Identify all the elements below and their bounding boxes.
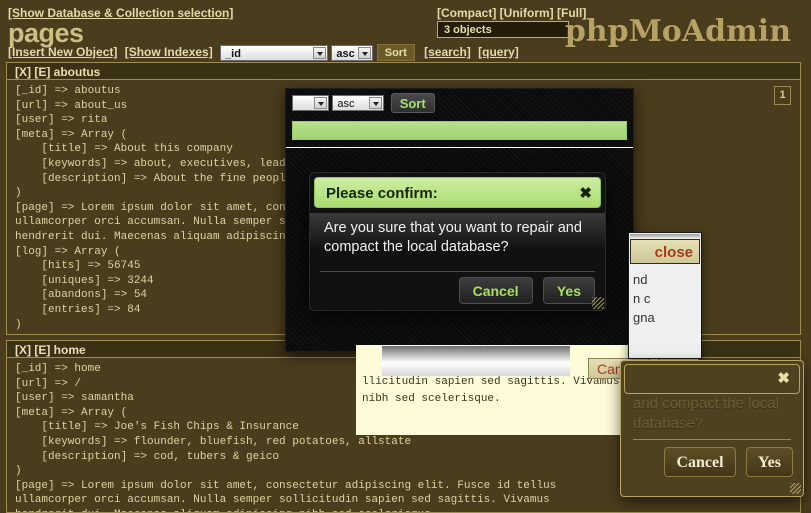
yes-button[interactable]: Yes — [543, 277, 595, 304]
green-highlight-bar — [292, 121, 627, 140]
divider — [320, 271, 595, 272]
nested-dialog-close-button[interactable]: close — [630, 239, 700, 264]
confirm-dialog-message: Are you sure that you want to repair and… — [310, 213, 605, 271]
brown-dialog-message: and compact the local database? — [621, 394, 803, 434]
chevron-down-icon — [369, 97, 382, 109]
nested-dialog: close nd n c gna — [628, 232, 702, 359]
toolbar-actions: [Insert New Object] [Show Indexes] _id a… — [8, 44, 523, 64]
query-link[interactable]: [query] — [478, 45, 519, 59]
confirm-dialog-titlebar: Please confirm: ✖ — [314, 177, 601, 208]
divider — [633, 439, 791, 440]
record-counter-badge: 1 — [774, 86, 791, 105]
brown-dialog-buttons: Cancel Yes — [657, 447, 793, 477]
dark-sort-button[interactable]: Sort — [391, 93, 435, 113]
nested-dialog-titlebar — [630, 234, 700, 238]
show-indexes-link[interactable]: [Show Indexes] — [125, 45, 213, 59]
chevron-down-icon — [313, 47, 326, 59]
chevron-down-icon — [314, 97, 327, 109]
cancel-button[interactable]: Cancel — [664, 447, 735, 477]
yes-button[interactable]: Yes — [746, 447, 793, 477]
sort-field-select[interactable]: _id — [220, 45, 328, 61]
sort-button[interactable]: Sort — [377, 44, 415, 61]
resize-handle-icon[interactable] — [592, 297, 604, 309]
dark-sort-direction-select[interactable]: asc — [332, 95, 384, 111]
close-icon[interactable]: ✖ — [777, 369, 790, 387]
dark-sort-direction-value: asc — [337, 98, 354, 110]
close-icon[interactable]: ✖ — [579, 178, 592, 209]
resize-handle-icon[interactable] — [790, 483, 801, 494]
confirm-dialog-title: Please confirm: — [326, 185, 438, 202]
sort-direction-select[interactable]: asc — [331, 45, 373, 61]
dark-panel-toolbar: asc Sort — [292, 93, 435, 111]
nested-dialog-body: nd n c gna — [630, 266, 700, 326]
phpmoadmin-logo: phpMoAdmin — [565, 14, 791, 49]
dark-sort-field-select[interactable] — [292, 95, 329, 111]
record-header[interactable]: [X] [E] aboutus — [6, 62, 801, 80]
sort-direction-value: asc — [336, 48, 354, 60]
search-link[interactable]: [search] — [424, 45, 471, 59]
brown-confirm-dialog: ✖ and compact the local database? Cancel… — [620, 360, 804, 497]
chevron-down-icon — [358, 47, 371, 59]
cancel-button[interactable]: Cancel — [459, 277, 533, 304]
confirm-dialog: Please confirm: ✖ Are you sure that you … — [309, 172, 606, 311]
brown-dialog-titlebar: ✖ — [624, 364, 800, 394]
object-count: 3 objects — [437, 21, 569, 38]
confirm-dialog-buttons: Cancel Yes — [452, 277, 595, 304]
pale-panel-titlebar — [382, 346, 570, 376]
divider — [286, 147, 633, 148]
sort-field-value: _id — [225, 48, 241, 60]
page-header: [Show Database & Collection selection] p… — [0, 0, 811, 62]
insert-new-object-link[interactable]: [Insert New Object] — [8, 45, 117, 59]
